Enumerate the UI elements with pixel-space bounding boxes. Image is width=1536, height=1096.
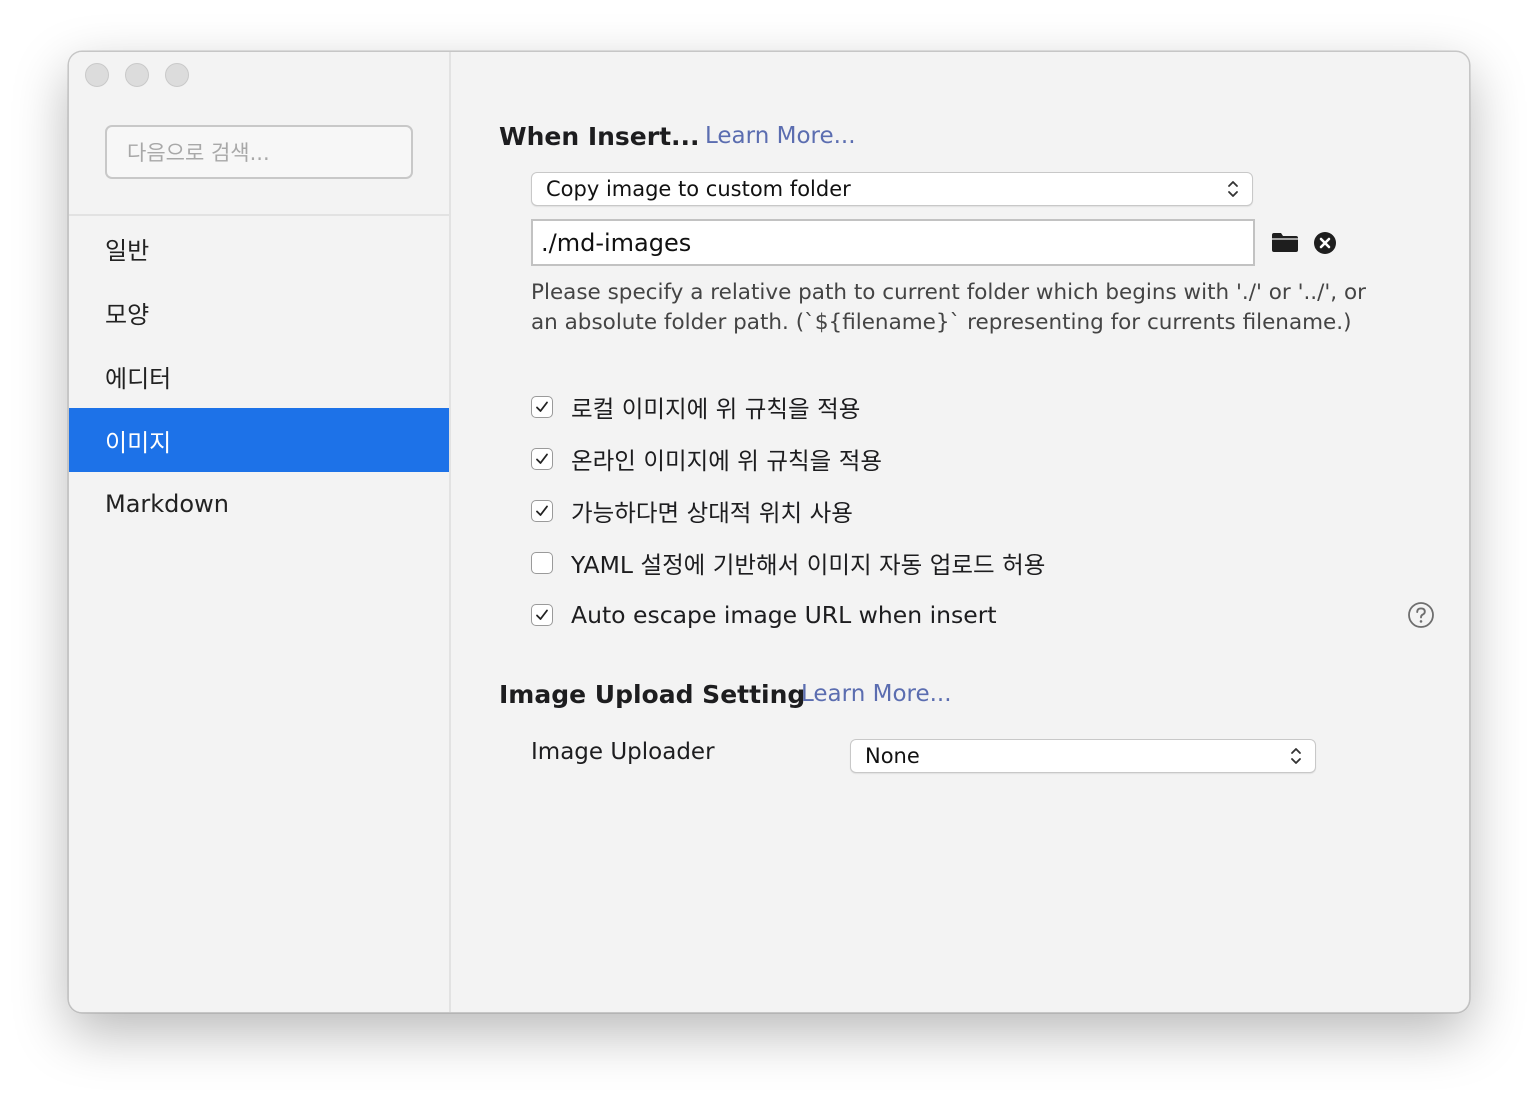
insert-action-select[interactable]: Copy image to custom folder — [531, 172, 1253, 206]
sidebar-item-label: 모양 — [105, 300, 150, 329]
image-uploader-value: None — [865, 744, 920, 768]
checkbox[interactable] — [531, 396, 553, 418]
checkmark-icon — [536, 609, 548, 620]
sidebar-item-markdown[interactable]: Markdown — [69, 472, 449, 536]
image-uploader-select[interactable]: None — [850, 739, 1316, 773]
option-apply-local-images[interactable]: 로컬 이미지에 위 규칙을 적용 — [531, 392, 861, 423]
sidebar: 다음으로 검색... 일반 모양 에디터 이미지 Markdown — [69, 52, 451, 1012]
sidebar-item-label: 이미지 — [105, 428, 172, 457]
zoom-window-button[interactable] — [165, 63, 189, 87]
checkbox[interactable] — [531, 448, 553, 470]
sidebar-item-label: 에디터 — [105, 364, 172, 393]
sidebar-item-label: 일반 — [105, 236, 150, 265]
checkmark-icon — [536, 505, 548, 516]
option-auto-escape-url[interactable]: Auto escape image URL when insert — [531, 600, 997, 630]
checkmark-icon — [536, 401, 548, 412]
sidebar-item-appearance[interactable]: 모양 — [69, 280, 449, 344]
help-icon[interactable] — [1407, 601, 1435, 629]
chevron-up-down-icon — [1291, 748, 1301, 764]
image-uploader-label: Image Uploader — [531, 739, 715, 765]
sidebar-nav: 일반 모양 에디터 이미지 Markdown — [69, 216, 449, 536]
folder-icon[interactable] — [1271, 231, 1299, 253]
preferences-window: 다음으로 검색... 일반 모양 에디터 이미지 Markdown When I… — [68, 51, 1470, 1013]
chevron-up-down-icon — [1228, 181, 1238, 197]
sidebar-item-label: Markdown — [105, 490, 229, 518]
close-window-button[interactable] — [85, 63, 109, 87]
search-input[interactable]: 다음으로 검색... — [105, 125, 413, 179]
insert-action-value: Copy image to custom folder — [546, 177, 851, 201]
checkbox[interactable] — [531, 552, 553, 574]
search-placeholder: 다음으로 검색... — [127, 141, 270, 165]
checkbox[interactable] — [531, 500, 553, 522]
image-folder-path-value: ./md-images — [541, 228, 692, 257]
path-help-text: Please specify a relative path to curren… — [531, 280, 1366, 335]
option-label: 온라인 이미지에 위 규칙을 적용 — [571, 447, 882, 475]
settings-panel: When Insert... Learn More... Copy image … — [451, 52, 1469, 1012]
option-label: 로컬 이미지에 위 규칙을 적용 — [571, 395, 861, 423]
sidebar-item-image[interactable]: 이미지 — [69, 408, 449, 472]
when-insert-title: When Insert... — [499, 122, 700, 151]
minimize-window-button[interactable] — [125, 63, 149, 87]
sidebar-item-general[interactable]: 일반 — [69, 216, 449, 280]
option-use-relative-path[interactable]: 가능하다면 상대적 위치 사용 — [531, 496, 853, 527]
image-upload-learn-more-link[interactable]: Learn More... — [801, 681, 952, 707]
checkbox[interactable] — [531, 604, 553, 626]
image-upload-title: Image Upload Setting — [499, 680, 806, 709]
option-label: 가능하다면 상대적 위치 사용 — [571, 499, 853, 527]
image-folder-path-input[interactable]: ./md-images — [531, 219, 1255, 266]
sidebar-item-editor[interactable]: 에디터 — [69, 344, 449, 408]
option-apply-online-images[interactable]: 온라인 이미지에 위 규칙을 적용 — [531, 444, 882, 475]
when-insert-learn-more-link[interactable]: Learn More... — [705, 123, 856, 149]
option-label: YAML 설정에 기반해서 이미지 자동 업로드 허용 — [571, 551, 1046, 579]
option-label: Auto escape image URL when insert — [571, 601, 997, 629]
clear-path-icon[interactable] — [1313, 231, 1337, 255]
option-yaml-auto-upload[interactable]: YAML 설정에 기반해서 이미지 자동 업로드 허용 — [531, 548, 1046, 579]
checkmark-icon — [536, 453, 548, 464]
window-controls — [85, 63, 189, 87]
